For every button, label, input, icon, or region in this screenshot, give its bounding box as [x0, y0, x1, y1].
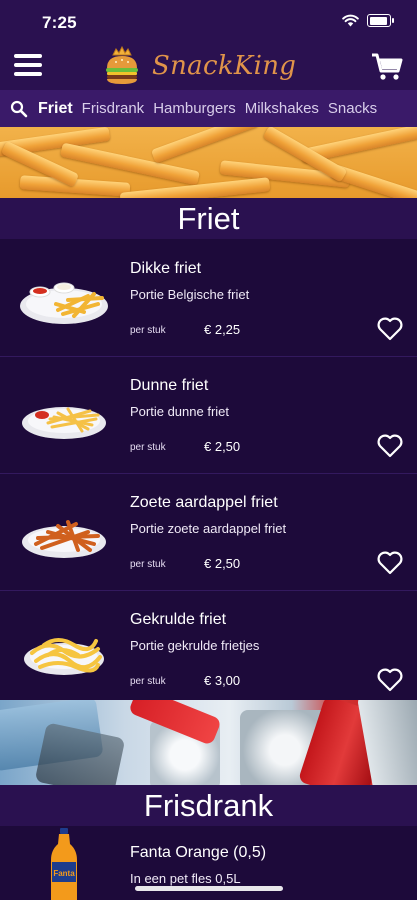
product-description: Portie Belgische friet [130, 287, 250, 302]
product-price: € 3,00 [204, 673, 241, 688]
search-icon[interactable] [10, 100, 28, 118]
heart-icon[interactable] [377, 551, 403, 575]
home-indicator [135, 886, 283, 891]
product-zoete-aardappel-friet[interactable]: Zoete aardappel friet Portie zoete aarda… [0, 474, 417, 591]
product-description: In een pet fles 0,5L [130, 871, 241, 886]
product-image [22, 407, 106, 439]
product-price: € 2,50 [204, 439, 241, 454]
product-price: € 2,50 [204, 556, 241, 571]
status-icons [342, 14, 394, 27]
product-description: Portie dunne friet [130, 404, 230, 419]
tab-friet[interactable]: Friet [38, 100, 73, 118]
status-bar: 7:25 [0, 0, 417, 44]
product-dunne-friet[interactable]: Dunne friet Portie dunne friet per stuk … [0, 357, 417, 474]
friet-banner-image [0, 127, 417, 198]
product-name: Dunne friet [130, 377, 209, 394]
product-name: Fanta Orange (0,5) [130, 844, 267, 861]
product-image [22, 520, 106, 558]
category-tabs: Friet Frisdrank Hamburgers Milkshakes Sn… [0, 90, 417, 127]
product-name: Gekrulde friet [130, 611, 227, 628]
tab-hamburgers[interactable]: Hamburgers [153, 100, 236, 117]
product-unit: per stuk [130, 442, 166, 453]
app-header: SnackKing [0, 44, 417, 90]
product-name: Zoete aardappel friet [130, 494, 278, 511]
brand-name: SnackKing [152, 51, 297, 81]
svg-text:Fanta: Fanta [53, 869, 75, 878]
tab-milkshakes[interactable]: Milkshakes [245, 100, 319, 117]
tab-frisdrank[interactable]: Frisdrank [82, 100, 145, 117]
heart-icon[interactable] [377, 317, 403, 341]
heart-icon[interactable] [377, 668, 403, 692]
product-image [24, 638, 104, 675]
cart-icon[interactable] [371, 52, 403, 82]
wifi-icon [342, 14, 359, 27]
burger-logo-icon [106, 46, 138, 84]
product-description: Portie gekrulde frietjes [130, 638, 260, 653]
app-logo: SnackKing [104, 46, 296, 86]
product-price: € 2,25 [204, 322, 241, 337]
status-time: 7:25 [42, 13, 77, 32]
heart-icon[interactable] [377, 434, 403, 458]
tab-snacks[interactable]: Snacks [328, 100, 377, 117]
frisdrank-banner-image [0, 700, 417, 785]
product-dikke-friet[interactable]: Dikke friet Portie Belgische friet per s… [0, 240, 417, 357]
battery-icon [367, 14, 394, 27]
product-description: Portie zoete aardappel friet [130, 521, 287, 536]
product-gekrulde-friet[interactable]: Gekrulde friet Portie gekrulde frietjes … [0, 591, 417, 700]
product-name: Dikke friet [130, 260, 202, 277]
product-image [20, 282, 108, 324]
menu-icon[interactable] [14, 54, 42, 78]
product-unit: per stuk [130, 559, 166, 570]
section-title-friet: Friet [0, 198, 417, 239]
product-unit: per stuk [130, 325, 166, 336]
product-unit: per stuk [130, 676, 166, 687]
section-title-frisdrank: Frisdrank [0, 785, 417, 826]
product-image: Fanta [51, 828, 77, 900]
